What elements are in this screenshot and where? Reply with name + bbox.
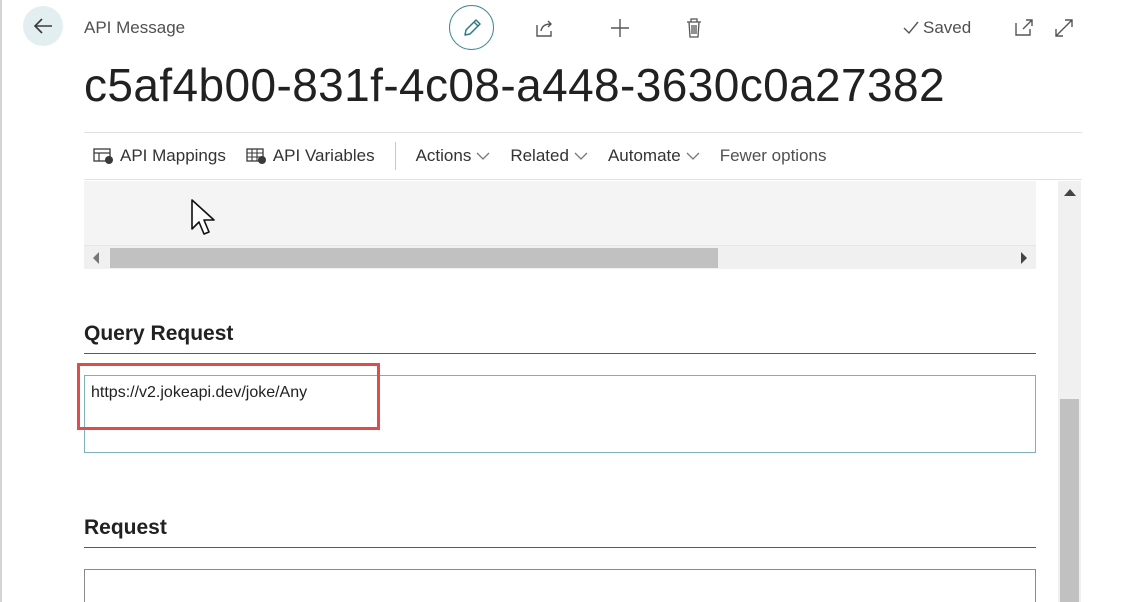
delete-button[interactable] <box>682 16 706 40</box>
automate-menu-label: Automate <box>607 146 681 165</box>
horizontal-scrollbar-thumb[interactable] <box>110 248 718 268</box>
api-variables-action[interactable]: API Variables <box>246 146 375 166</box>
chevron-down-icon <box>686 152 700 160</box>
scroll-right-arrow-icon[interactable] <box>1020 252 1028 264</box>
saved-status: Saved <box>903 18 971 38</box>
api-mappings-icon <box>93 148 113 164</box>
page-title: c5af4b00-831f-4c08-a448-3630c0a27382 <box>84 59 945 111</box>
back-button[interactable] <box>23 6 63 46</box>
highlight-box <box>77 363 380 430</box>
related-menu-label: Related <box>510 146 569 165</box>
edit-button[interactable] <box>449 5 494 50</box>
share-button[interactable] <box>533 16 557 40</box>
chevron-down-icon <box>476 152 490 160</box>
grid-area <box>84 181 1036 245</box>
action-bar-divider <box>394 142 396 170</box>
api-variables-label: API Variables <box>272 146 375 165</box>
share-icon <box>536 20 552 37</box>
pencil-icon <box>463 18 481 36</box>
page-caption: API Message <box>84 18 186 37</box>
open-in-new-window-icon <box>1015 19 1033 36</box>
vertical-scrollbar-thumb[interactable] <box>1060 399 1079 602</box>
api-mappings-action[interactable]: API Mappings <box>93 146 226 166</box>
vertical-scrollbar[interactable] <box>1058 181 1081 602</box>
query-request-rule <box>84 353 1036 354</box>
mouse-cursor-icon <box>191 199 215 235</box>
request-field[interactable] <box>84 569 1036 602</box>
trash-icon <box>687 18 701 38</box>
horizontal-scrollbar[interactable] <box>84 245 1036 269</box>
scroll-left-arrow-icon[interactable] <box>92 252 100 264</box>
actions-menu[interactable]: Actions <box>416 146 491 166</box>
scroll-up-arrow-icon[interactable] <box>1064 188 1076 196</box>
chevron-down-icon <box>574 152 588 160</box>
request-rule <box>84 547 1036 548</box>
api-variables-icon <box>246 148 266 164</box>
saved-label: Saved <box>923 18 972 37</box>
expand-icon <box>1055 19 1073 37</box>
plus-icon <box>611 19 629 37</box>
window-edge <box>0 0 2 602</box>
api-mappings-label: API Mappings <box>120 146 226 165</box>
action-bar: API Mappings API Variables Actions Relat… <box>84 132 1082 180</box>
related-menu[interactable]: Related <box>510 146 588 166</box>
open-new-window-button[interactable] <box>1012 16 1036 40</box>
expand-button[interactable] <box>1052 16 1076 40</box>
actions-menu-label: Actions <box>415 146 472 165</box>
query-request-heading: Query Request <box>84 322 234 345</box>
checkmark-icon <box>903 21 919 35</box>
automate-menu[interactable]: Automate <box>608 146 700 166</box>
fewer-options-link[interactable]: Fewer options <box>720 146 827 166</box>
back-arrow-icon <box>33 18 52 34</box>
request-heading: Request <box>84 516 167 539</box>
new-button[interactable] <box>608 16 632 40</box>
